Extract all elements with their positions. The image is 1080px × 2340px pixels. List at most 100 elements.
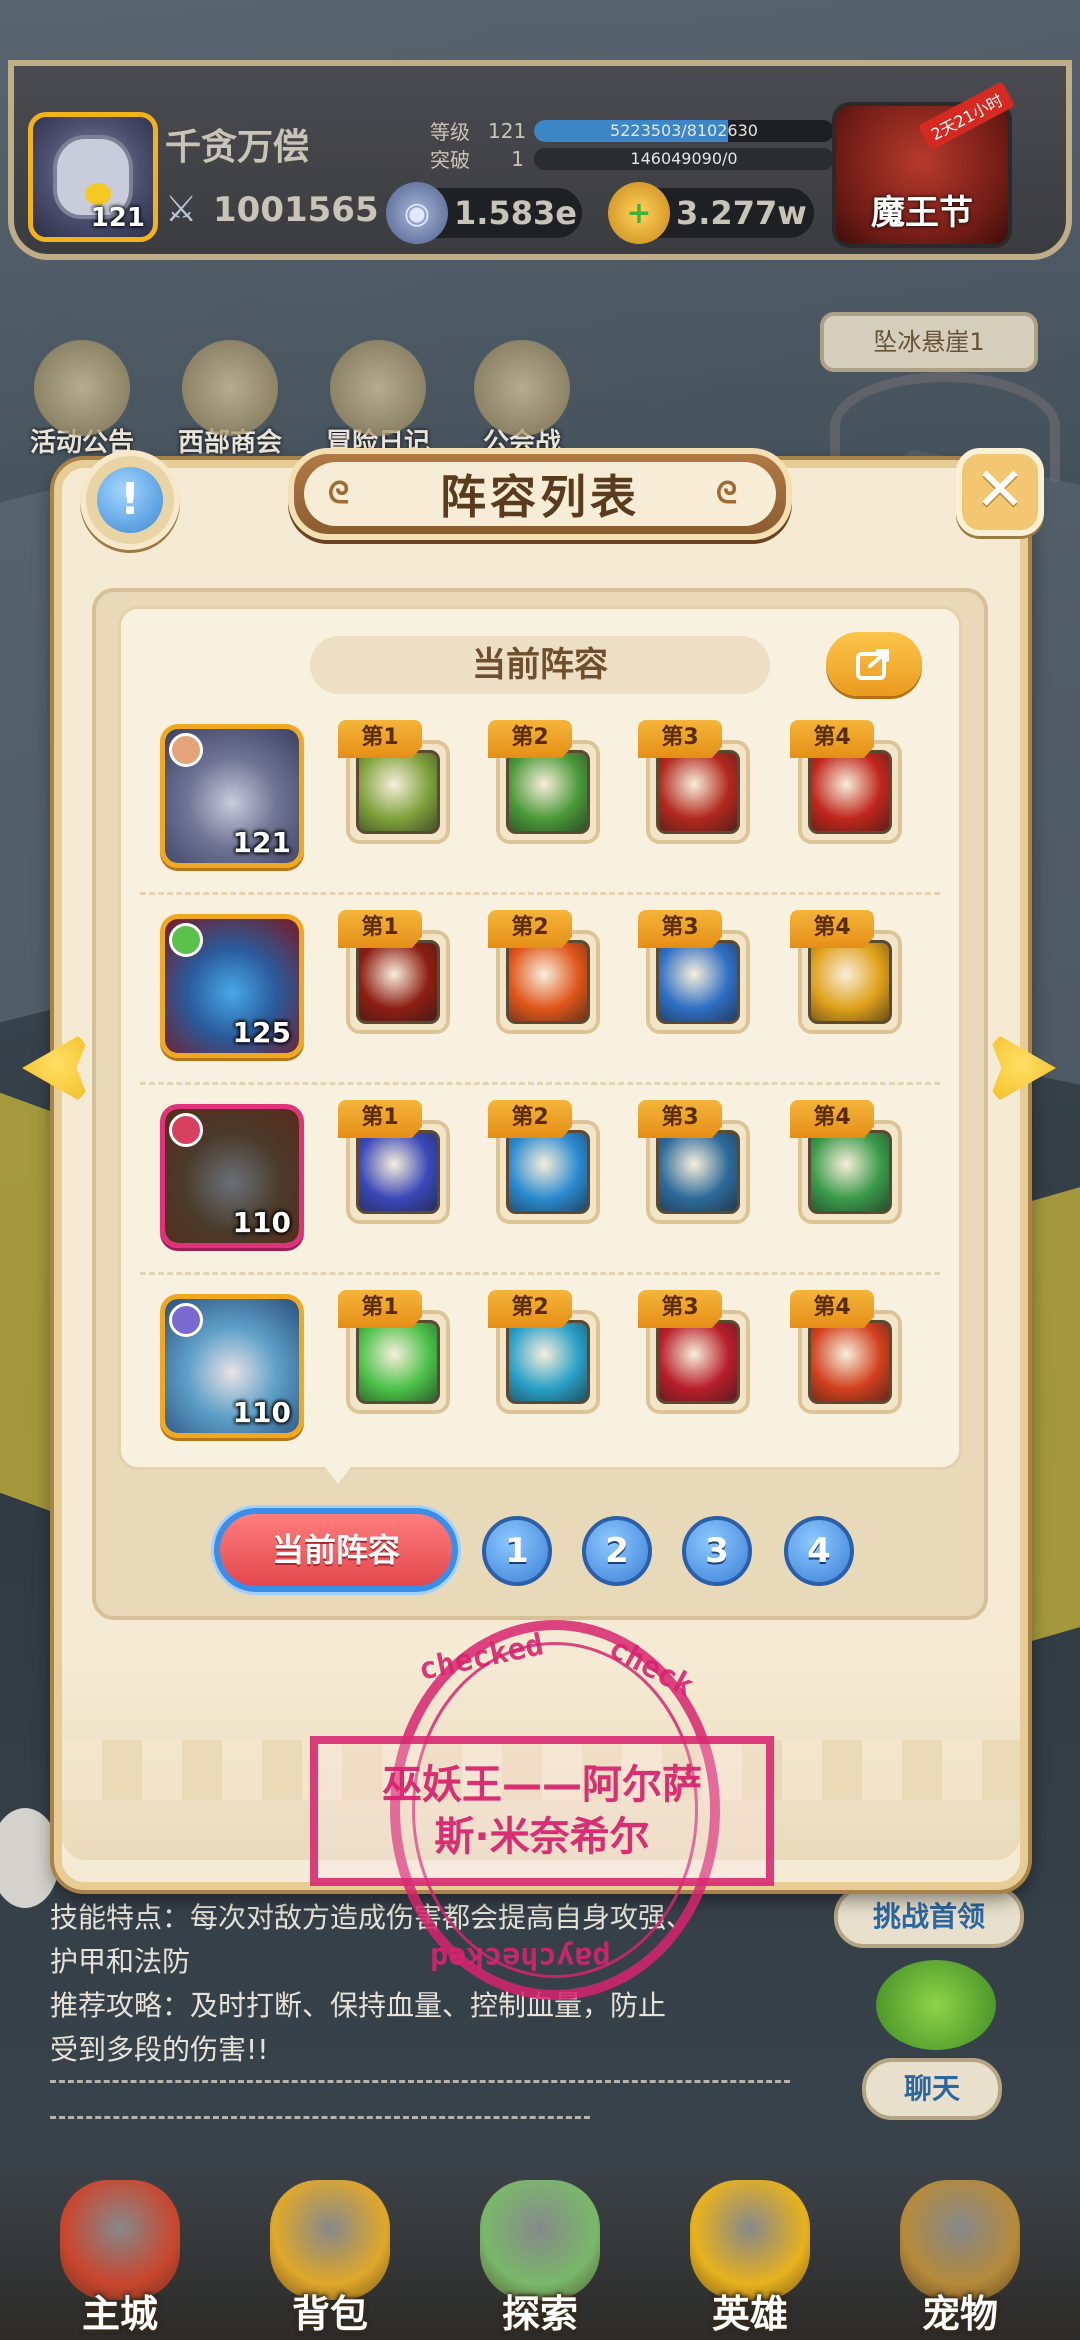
row-divider bbox=[140, 1272, 940, 1275]
stat-value: 121 bbox=[488, 118, 527, 143]
nav-pets[interactable]: 宠物 bbox=[880, 2180, 1040, 2340]
skill-slot-3-4[interactable]: 第4 bbox=[790, 1100, 910, 1224]
close-icon: ✕ bbox=[974, 455, 1026, 525]
skill-slot-1-3[interactable]: 第3 bbox=[638, 720, 758, 844]
progress-text: 5223503/8102630 bbox=[610, 120, 758, 140]
skill-order-tag: 第3 bbox=[638, 910, 722, 948]
guild-shield-icon bbox=[474, 340, 570, 436]
skill-slot-3-1[interactable]: 第1 bbox=[338, 1100, 458, 1224]
stat-label: 突破 bbox=[430, 148, 470, 172]
desc-line: 受到多段的伤害!! bbox=[50, 2033, 269, 2066]
shortcut-western-guild[interactable]: 西部商会 bbox=[170, 340, 290, 459]
player-avatar[interactable]: 121 bbox=[28, 112, 158, 242]
nav-label: 宠物 bbox=[921, 2292, 998, 2336]
blue-gem-icon: ◉ bbox=[386, 182, 448, 244]
nav-label: 主城 bbox=[81, 2292, 158, 2336]
skill-order-tag: 第1 bbox=[338, 910, 422, 948]
skill-slot-2-1[interactable]: 第1 bbox=[338, 910, 458, 1034]
level-progress-bar: 5223503/8102630 bbox=[534, 119, 834, 142]
skill-slot-1-1[interactable]: 第1 bbox=[338, 720, 458, 844]
journal-icon bbox=[330, 340, 426, 436]
hero-level: 110 bbox=[232, 1396, 291, 1429]
lineup-hero-1[interactable]: 121 bbox=[160, 724, 304, 868]
shortcut-guild-war[interactable]: 公会战 bbox=[462, 340, 582, 459]
chat-button[interactable]: 聊天 bbox=[862, 2058, 1002, 2120]
skill-icon bbox=[656, 1320, 740, 1404]
challenge-boss-button[interactable]: 挑战首领 bbox=[834, 1886, 1024, 1948]
close-button[interactable]: ✕ bbox=[956, 448, 1044, 536]
tab-lineup-1[interactable]: 1 bbox=[482, 1516, 552, 1586]
skill-icon bbox=[656, 1130, 740, 1214]
skill-order-tag: 第1 bbox=[338, 1100, 422, 1138]
nav-backpack[interactable]: 背包 bbox=[250, 2180, 410, 2340]
stamp-word: paychecked bbox=[430, 1940, 611, 1975]
skill-icon bbox=[356, 1130, 440, 1214]
skill-icon bbox=[656, 940, 740, 1024]
stat-label: 等级 bbox=[430, 120, 470, 144]
skill-order-tag: 第1 bbox=[338, 1290, 422, 1328]
castle-icon bbox=[60, 2180, 180, 2300]
skill-slot-1-4[interactable]: 第4 bbox=[790, 720, 910, 844]
skill-icon bbox=[506, 1130, 590, 1214]
skill-slot-1-2[interactable]: 第2 bbox=[488, 720, 608, 844]
gem-resource[interactable]: ◉ 1.583e bbox=[386, 182, 582, 244]
skill-order-tag: 第4 bbox=[790, 1290, 874, 1328]
skill-order-tag: 第1 bbox=[338, 720, 422, 758]
share-icon bbox=[856, 649, 889, 680]
skill-icon bbox=[808, 1130, 892, 1214]
gold-value: 3.277w bbox=[676, 194, 807, 232]
nav-main-city[interactable]: 主城 bbox=[40, 2180, 200, 2340]
skill-slot-3-2[interactable]: 第2 bbox=[488, 1100, 608, 1224]
hero-level: 110 bbox=[232, 1206, 291, 1239]
backpack-icon bbox=[270, 2180, 390, 2300]
level-stat: 等级 121 5223503/8102630 bbox=[430, 116, 834, 145]
combat-power-value: 1001565 bbox=[213, 190, 379, 230]
lineup-hero-2[interactable]: 125 bbox=[160, 914, 304, 1058]
nav-label: 探索 bbox=[501, 2292, 578, 2336]
skill-icon bbox=[506, 1320, 590, 1404]
skill-slot-2-4[interactable]: 第4 bbox=[790, 910, 910, 1034]
skill-order-tag: 第2 bbox=[488, 1100, 572, 1138]
demon-king-festival-button[interactable]: 2天21小时 魔王节 bbox=[832, 81, 1016, 248]
nav-label: 背包 bbox=[291, 2292, 368, 2336]
tab-lineup-2[interactable]: 2 bbox=[582, 1516, 652, 1586]
skill-order-tag: 第3 bbox=[638, 1290, 722, 1328]
tab-lineup-4[interactable]: 4 bbox=[784, 1516, 854, 1586]
skill-slot-4-4[interactable]: 第4 bbox=[790, 1290, 910, 1414]
share-button[interactable] bbox=[826, 632, 922, 696]
skill-slot-3-3[interactable]: 第3 bbox=[638, 1100, 758, 1224]
skill-order-tag: 第4 bbox=[790, 910, 874, 948]
lineup-hero-4[interactable]: 110 bbox=[160, 1294, 304, 1438]
stamp-caption: 巫妖王——阿尔萨 斯·米奈希尔 bbox=[310, 1736, 774, 1886]
lineup-hero-3[interactable]: 110 bbox=[160, 1104, 304, 1248]
panel-pointer bbox=[324, 1466, 352, 1484]
progress-text: 146049090/0 bbox=[630, 148, 738, 168]
skill-order-tag: 第2 bbox=[488, 720, 572, 758]
crossed-swords-icon: ⚔ bbox=[165, 189, 198, 230]
dialog-title-bar: ᘓ 阵容列表 ᘓ bbox=[288, 448, 792, 540]
hero-level: 121 bbox=[232, 826, 291, 859]
breakthrough-stat: 突破 1 146049090/0 bbox=[430, 144, 834, 173]
skill-slot-2-2[interactable]: 第2 bbox=[488, 910, 608, 1034]
scroll-icon bbox=[34, 340, 130, 436]
shortcut-adventure-diary[interactable]: 冒险日记 bbox=[318, 340, 438, 459]
skill-icon bbox=[808, 1320, 892, 1404]
skill-slot-4-3[interactable]: 第3 bbox=[638, 1290, 758, 1414]
skill-slot-4-2[interactable]: 第2 bbox=[488, 1290, 608, 1414]
stamp-caption-line: 巫妖王——阿尔萨 bbox=[382, 1762, 702, 1808]
nav-explore[interactable]: 探索 bbox=[460, 2180, 620, 2340]
info-button[interactable]: ! bbox=[80, 450, 180, 550]
hero-class-icon bbox=[169, 1303, 203, 1337]
nav-label: 英雄 bbox=[711, 2292, 788, 2336]
skill-slot-4-1[interactable]: 第1 bbox=[338, 1290, 458, 1414]
dialog-title: 阵容列表 bbox=[440, 470, 640, 524]
combat-power: ⚔ 1001565 bbox=[165, 189, 379, 231]
gold-resource[interactable]: + 3.277w bbox=[608, 182, 814, 244]
chat-bubble-icon[interactable] bbox=[876, 1960, 996, 2050]
nav-heroes[interactable]: 英雄 bbox=[670, 2180, 830, 2340]
tab-current-lineup[interactable]: 当前阵容 bbox=[214, 1508, 458, 1592]
shortcut-announcements[interactable]: 活动公告 bbox=[22, 340, 142, 459]
tab-lineup-3[interactable]: 3 bbox=[682, 1516, 752, 1586]
stat-value: 1 bbox=[511, 146, 524, 171]
skill-slot-2-3[interactable]: 第3 bbox=[638, 910, 758, 1034]
